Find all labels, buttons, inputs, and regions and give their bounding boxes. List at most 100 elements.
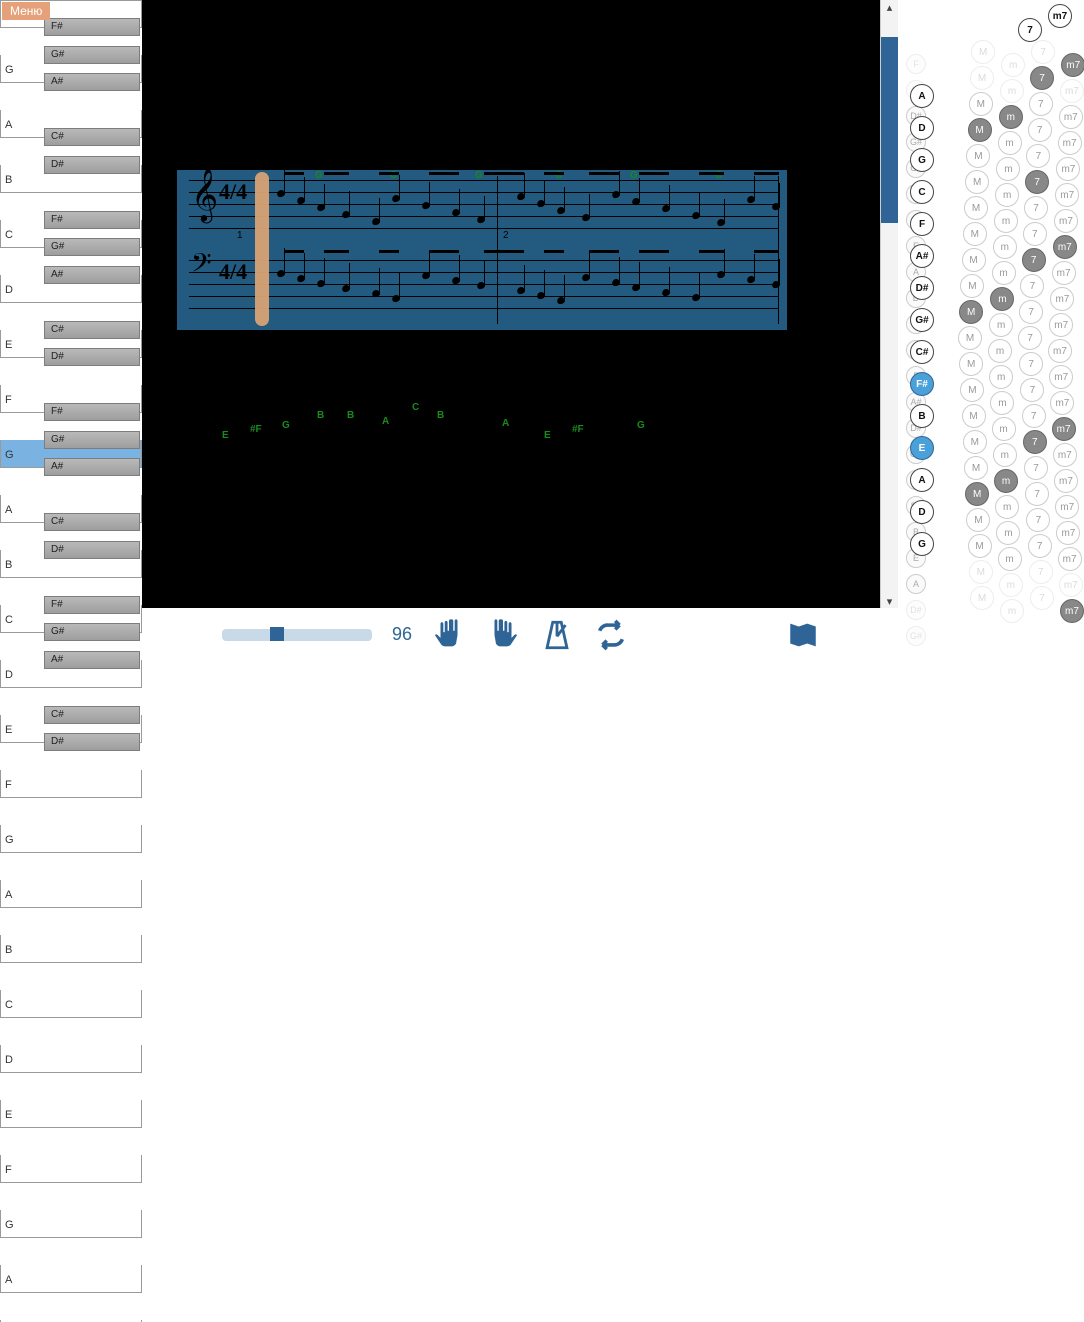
white-key-B[interactable]: B (0, 935, 142, 963)
chord-quality-m[interactable]: m (999, 573, 1023, 597)
chord-quality-7[interactable]: 7 (1030, 66, 1054, 90)
chord-quality-m7[interactable]: m7 (1049, 365, 1073, 389)
black-key-D#[interactable]: D# (44, 348, 140, 366)
chord-quality-m[interactable]: m (988, 339, 1012, 363)
chord-quality-7[interactable]: 7 (1019, 352, 1043, 376)
black-key-D#[interactable]: D# (44, 733, 140, 751)
chord-quality-m[interactable]: m (996, 157, 1020, 181)
chord-chip-7[interactable]: 7 (1018, 18, 1042, 42)
chord-quality-M[interactable]: M (969, 92, 993, 116)
chord-quality-M[interactable]: M (965, 170, 989, 194)
white-key-E[interactable]: E (0, 1100, 142, 1128)
map-icon[interactable] (786, 618, 820, 652)
chord-quality-m7[interactable]: m7 (1054, 209, 1078, 233)
chord-quality-m[interactable]: m (989, 365, 1013, 389)
black-key-F#[interactable]: F# (44, 403, 140, 421)
black-key-F#[interactable]: F# (44, 18, 140, 36)
black-key-G#[interactable]: G# (44, 238, 140, 256)
chord-quality-M[interactable]: M (962, 404, 986, 428)
black-key-F#[interactable]: F# (44, 211, 140, 229)
chord-root-F#[interactable]: F# (910, 372, 934, 396)
chord-quality-m7[interactable]: m7 (1049, 313, 1073, 337)
chord-quality-m[interactable]: m (992, 261, 1016, 285)
chord-quality-m[interactable]: m (993, 235, 1017, 259)
chord-root-A#[interactable]: A# (910, 244, 934, 268)
chord-quality-m[interactable]: m (989, 313, 1013, 337)
chord-quality-M[interactable]: M (970, 586, 994, 610)
chord-quality-m7[interactable]: m7 (1055, 495, 1079, 519)
black-key-C#[interactable]: C# (44, 706, 140, 724)
chord-quality-7[interactable]: 7 (1023, 222, 1047, 246)
right-hand-icon[interactable] (486, 618, 520, 652)
chord-quality-7[interactable]: 7 (1028, 534, 1052, 558)
chord-root-D#[interactable]: D# (910, 276, 934, 300)
chord-chip-m7[interactable]: m7 (1048, 4, 1072, 28)
white-key-F[interactable]: F (0, 770, 142, 798)
black-key-G#[interactable]: G# (44, 623, 140, 641)
chord-root-B[interactable]: B (910, 404, 934, 428)
tempo-thumb[interactable] (270, 627, 284, 641)
chord-quality-m7[interactable]: m7 (1058, 131, 1082, 155)
chord-quality-M[interactable]: M (969, 560, 993, 584)
chord-quality-7[interactable]: 7 (1025, 170, 1049, 194)
chord-wheel[interactable]: G#D#AEBF#C#G#D#A#FCGDAEBF#C#G#D#A#Fm77AD… (898, 0, 1084, 661)
chord-quality-M[interactable]: M (962, 248, 986, 272)
scroll-up-icon[interactable]: ▴ (881, 0, 898, 14)
chord-quality-m[interactable]: m (995, 183, 1019, 207)
chord-quality-7[interactable]: 7 (1031, 40, 1055, 64)
chord-root-C#[interactable]: C# (910, 340, 934, 364)
chord-quality-7[interactable]: 7 (1024, 196, 1048, 220)
chord-quality-M[interactable]: M (960, 274, 984, 298)
chord-quality-m7[interactable]: m7 (1055, 183, 1079, 207)
tempo-slider[interactable] (222, 629, 372, 641)
white-key-B[interactable]: B (0, 1320, 142, 1322)
white-key-G[interactable]: G (0, 825, 142, 853)
menu-button[interactable]: Меню (2, 2, 50, 20)
chord-quality-m7[interactable]: m7 (1052, 261, 1076, 285)
chord-quality-M[interactable]: M (966, 508, 990, 532)
chord-quality-M[interactable]: M (964, 196, 988, 220)
white-key-D[interactable]: D (0, 1045, 142, 1073)
chord-quality-7[interactable]: 7 (1024, 456, 1048, 480)
chord-quality-7[interactable]: 7 (1018, 326, 1042, 350)
chord-quality-7[interactable]: 7 (1030, 586, 1054, 610)
chord-quality-m[interactable]: m (990, 391, 1014, 415)
chord-quality-M[interactable]: M (970, 66, 994, 90)
left-hand-icon[interactable] (432, 618, 466, 652)
chord-quality-m7[interactable]: m7 (1054, 469, 1078, 493)
chord-quality-7[interactable]: 7 (1023, 430, 1047, 454)
vertical-scrollbar[interactable]: ▴ ▾ (880, 0, 898, 608)
chord-quality-m7[interactable]: m7 (1060, 599, 1084, 623)
white-key-F[interactable]: F (0, 1155, 142, 1183)
chord-sharp-A[interactable]: A (906, 574, 926, 594)
chord-quality-m7[interactable]: m7 (1053, 443, 1077, 467)
black-key-A#[interactable]: A# (44, 458, 140, 476)
chord-quality-m[interactable]: m (993, 443, 1017, 467)
chord-quality-7[interactable]: 7 (1026, 144, 1050, 168)
scroll-thumb[interactable] (881, 37, 898, 223)
chord-quality-M[interactable]: M (963, 430, 987, 454)
piano-keys[interactable]: FF#GG#AA#BCC#DD#EFF#GG#AA#BCC#DD#EFF#GG#… (0, 0, 142, 770)
black-key-D#[interactable]: D# (44, 156, 140, 174)
chord-quality-m[interactable]: m (998, 131, 1022, 155)
chord-quality-m7[interactable]: m7 (1052, 417, 1076, 441)
chord-quality-m7[interactable]: m7 (1053, 235, 1077, 259)
chord-quality-m[interactable]: m (996, 521, 1020, 545)
chord-root-G[interactable]: G (910, 148, 934, 172)
chord-root-C[interactable]: C (910, 180, 934, 204)
chord-quality-m7[interactable]: m7 (1056, 157, 1080, 181)
black-key-A#[interactable]: A# (44, 73, 140, 91)
chord-quality-m7[interactable]: m7 (1060, 79, 1084, 103)
chord-quality-m7[interactable]: m7 (1058, 547, 1082, 571)
chord-quality-m[interactable]: m (994, 469, 1018, 493)
chord-quality-M[interactable]: M (963, 222, 987, 246)
chord-quality-7[interactable]: 7 (1026, 508, 1050, 532)
chord-quality-7[interactable]: 7 (1020, 274, 1044, 298)
chord-quality-7[interactable]: 7 (1029, 92, 1053, 116)
black-key-D#[interactable]: D# (44, 541, 140, 559)
chord-quality-m7[interactable]: m7 (1056, 521, 1080, 545)
chord-quality-M[interactable]: M (959, 352, 983, 376)
white-key-C[interactable]: C (0, 990, 142, 1018)
chord-quality-m7[interactable]: m7 (1061, 53, 1084, 77)
chord-quality-M[interactable]: M (968, 118, 992, 142)
